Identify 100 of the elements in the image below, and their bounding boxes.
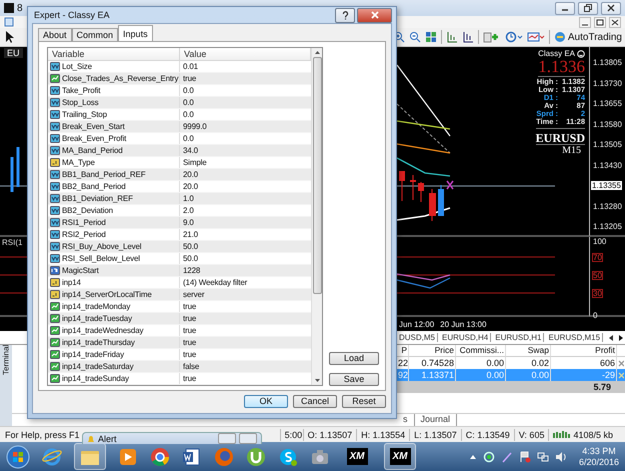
input-value-field[interactable]: Simple <box>180 157 311 168</box>
price-axis-label: 1.13280 <box>593 202 622 210</box>
sync-icon[interactable] <box>482 450 495 462</box>
input-value-field[interactable]: 50.0 <box>180 241 311 252</box>
minimize-icon[interactable] <box>579 16 591 28</box>
input-value-field[interactable]: server <box>180 289 311 300</box>
input-value-field[interactable]: true <box>180 337 311 348</box>
input-value-field[interactable]: 50.0 <box>180 253 311 264</box>
input-name: Stop_Loss <box>62 97 98 108</box>
tile-windows-icon[interactable] <box>424 31 437 43</box>
column-header[interactable]: Swap <box>506 345 551 357</box>
pen-icon[interactable] <box>500 450 513 462</box>
input-value-field[interactable]: 1.0 <box>180 193 311 204</box>
input-value-field[interactable]: 0.0 <box>180 97 311 108</box>
input-value-field[interactable]: 21.0 <box>180 229 311 240</box>
input-value-field[interactable]: true <box>180 349 311 360</box>
column-header[interactable]: Price <box>409 345 456 357</box>
dialog-tab[interactable]: Common <box>72 28 118 41</box>
input-name: inp14_tradeFriday <box>62 349 124 360</box>
close-order-icon[interactable] <box>618 360 624 366</box>
status-field: V: 605 <box>514 428 548 440</box>
start-button[interactable] <box>6 444 30 468</box>
volume-icon[interactable] <box>554 450 567 462</box>
cursor-icon[interactable] <box>3 30 15 44</box>
side-button[interactable]: Save <box>329 373 379 386</box>
dialog-button[interactable]: Reset <box>342 395 386 408</box>
scroll-up-icon[interactable] <box>314 50 320 55</box>
help-button[interactable] <box>335 8 355 22</box>
document-icon[interactable] <box>4 17 14 27</box>
price-axis-label: 1.13655 <box>593 99 622 108</box>
scroll-left-icon[interactable] <box>607 334 616 342</box>
chat-app-icon[interactable] <box>278 446 298 466</box>
time-axis-label: Jun 12:00 <box>399 320 434 328</box>
scroll-down-icon[interactable] <box>314 378 320 383</box>
browser-e-icon[interactable] <box>42 446 62 466</box>
input-value-field[interactable]: 0.0 <box>180 85 311 96</box>
torrent-client-icon[interactable] <box>246 446 266 466</box>
xm-logo: XM <box>390 448 410 465</box>
close-button[interactable] <box>357 8 392 22</box>
input-value-field[interactable]: 0.0 <box>180 109 311 120</box>
clock-time: 4:33 PM <box>582 446 616 456</box>
dialog-button[interactable]: OK <box>244 395 288 408</box>
document-editor-icon[interactable] <box>182 446 202 466</box>
input-value-field[interactable]: 2.0 <box>180 205 311 216</box>
restore-icon[interactable] <box>594 16 606 28</box>
chart-tab[interactable]: EURUSD,M15 <box>546 333 604 342</box>
trading-app-button[interactable]: XM <box>342 444 372 469</box>
chart-shift-icon[interactable] <box>446 31 458 43</box>
scroll-right-icon[interactable] <box>617 334 625 342</box>
network-icon[interactable] <box>536 450 549 462</box>
input-value-field[interactable]: true <box>180 325 311 336</box>
dialog-button[interactable]: Cancel <box>293 395 337 408</box>
template-icon[interactable] <box>526 31 545 43</box>
input-value-field[interactable]: 9.0 <box>180 217 311 228</box>
input-value-field[interactable]: 34.0 <box>180 145 311 156</box>
trading-app-button[interactable]: XM <box>384 443 416 470</box>
add-indicator-icon[interactable] <box>482 31 501 43</box>
column-header[interactable]: Variable <box>48 48 180 61</box>
input-value-field[interactable]: true <box>180 73 311 84</box>
autoscroll-icon[interactable] <box>462 31 474 43</box>
xm-logo: XM <box>346 448 368 465</box>
autotrading-icon <box>554 31 566 43</box>
restore-button[interactable] <box>578 2 598 14</box>
dialog-tab[interactable]: Inputs <box>118 25 153 41</box>
flag-icon[interactable] <box>518 450 531 462</box>
input-value-field[interactable]: true <box>180 313 311 324</box>
input-value-field[interactable]: false <box>180 361 311 372</box>
input-value-field[interactable]: 1228 <box>180 265 311 276</box>
scrollbar-thumb[interactable] <box>312 57 322 294</box>
scrollbar[interactable] <box>311 48 322 385</box>
input-value-field[interactable]: true <box>180 301 311 312</box>
column-header[interactable]: Commissi... <box>456 345 506 357</box>
input-value-field[interactable]: 0.01 <box>180 61 311 72</box>
media-player-icon[interactable] <box>118 446 138 466</box>
candlestick <box>429 188 436 222</box>
show-hidden-icons-icon[interactable] <box>468 452 477 460</box>
input-value-field[interactable]: 9999.0 <box>180 121 311 132</box>
column-header[interactable]: P <box>397 345 409 357</box>
clock-icon[interactable] <box>504 31 523 43</box>
input-value-field[interactable]: 20.0 <box>180 169 311 180</box>
file-explorer-button[interactable] <box>74 443 106 470</box>
side-button[interactable]: Load <box>329 352 379 365</box>
close-icon[interactable] <box>609 16 621 28</box>
column-header[interactable]: Profit <box>551 345 617 357</box>
dialog-tab[interactable]: About <box>38 28 72 41</box>
chrome-icon[interactable] <box>150 446 170 466</box>
price-axis-label: 1.13430 <box>593 160 622 170</box>
autotrading-button[interactable]: AutoTrading <box>554 31 622 43</box>
minimize-button[interactable] <box>555 2 575 14</box>
input-value-field[interactable]: true <box>180 373 311 384</box>
input-value-field[interactable]: (14) Weekday filter <box>180 277 311 288</box>
input-value-field[interactable]: 0.0 <box>180 133 311 144</box>
input-value-field[interactable]: 20.0 <box>180 181 311 192</box>
chart-tab[interactable]: EURUSD,H1 <box>493 333 544 342</box>
rsi-axis-label: 70 <box>592 253 603 262</box>
zoom-out-icon[interactable] <box>408 31 421 43</box>
close-button[interactable] <box>601 2 621 14</box>
band-line <box>396 207 450 221</box>
chart-tab[interactable]: EURUSD,H4 <box>440 333 492 342</box>
dialog-title: Expert - Classy EA <box>34 10 110 20</box>
